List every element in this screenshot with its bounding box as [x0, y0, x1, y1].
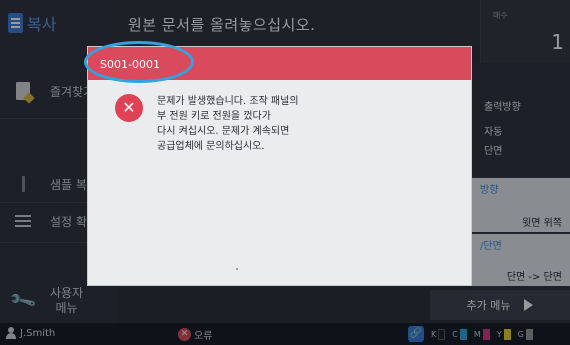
error-message: 문제가 발생했습니다. 조작 패널의 부 전원 키로 전원을 껐다가 다시 켜십…: [157, 94, 457, 154]
error-message-line: 공급업체에 문의하십시오.: [157, 141, 265, 152]
error-message-line: 다시 켜십시오. 문제가 계속되면: [157, 126, 290, 137]
error-message-line: 부 전원 키로 전원을 껐다가: [157, 111, 271, 122]
error-x-icon: ✕: [115, 94, 143, 122]
error-message-line: 문제가 발생했습니다. 조작 패널의: [157, 96, 299, 107]
copy-screen: 복사 즐겨찾기 샘플 복사 설정 확인 🔧 사용자 메뉴 원본 문서를 올려놓으…: [0, 0, 570, 345]
error-code-highlight: [84, 41, 194, 83]
scroll-indicator: [236, 268, 238, 270]
